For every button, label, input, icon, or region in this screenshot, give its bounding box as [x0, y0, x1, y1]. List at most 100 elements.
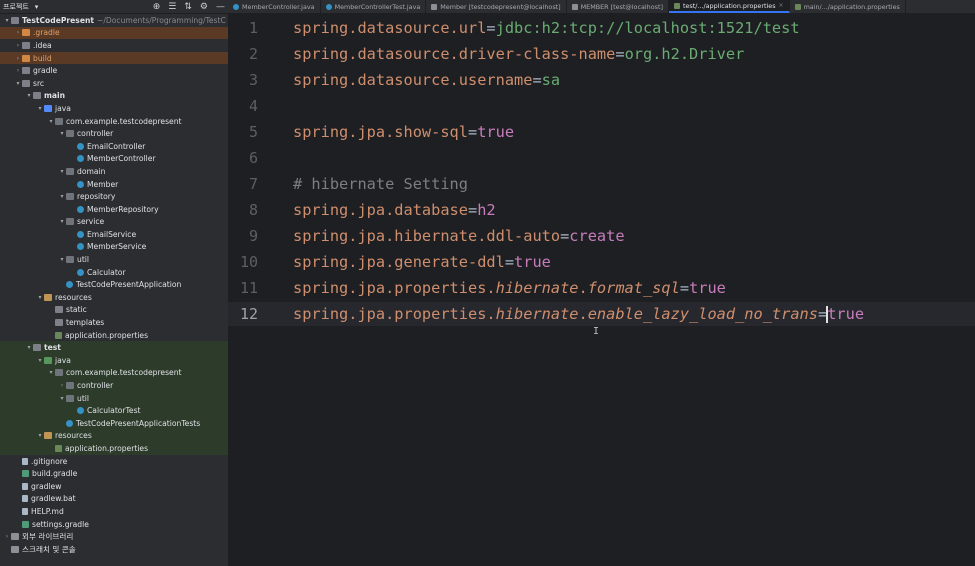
code-line[interactable]: 1 spring.datasource.url=jdbc:h2:tcp://loc… — [228, 16, 975, 40]
tree-item[interactable]: MemberService — [0, 241, 228, 254]
tree-item[interactable]: › build — [0, 51, 228, 65]
tree-item[interactable]: gradlew.bat — [0, 493, 228, 506]
tree-item[interactable]: ▾ repository — [0, 190, 228, 203]
tree-item[interactable]: Calculator — [0, 266, 228, 279]
code-line[interactable]: 6 — [228, 146, 975, 170]
tree-item[interactable]: ▾ test — [0, 341, 228, 355]
tree-item[interactable]: templates — [0, 316, 228, 329]
expand-arrow-icon[interactable]: ▾ — [58, 218, 66, 225]
code-text[interactable]: spring.datasource.driver-class-name=org.… — [293, 45, 744, 63]
editor-tab[interactable]: Member [testcodepresent@localhost] — [426, 0, 567, 13]
tree-item[interactable]: HELP.md — [0, 505, 228, 518]
code-line[interactable]: 11 spring.jpa.properties.hibernate.format… — [228, 276, 975, 300]
expand-arrow-icon[interactable]: ▾ — [3, 17, 11, 24]
editor-tab[interactable]: MemberController.java — [228, 0, 321, 13]
collapse-all-icon[interactable]: ⇅ — [184, 2, 192, 12]
tree-item[interactable]: › .idea — [0, 39, 228, 52]
code-line[interactable]: 5 spring.jpa.show-sql=true — [228, 120, 975, 144]
expand-arrow-icon[interactable]: ▾ — [25, 92, 33, 99]
close-icon[interactable]: × — [779, 2, 784, 9]
collapse-arrow-icon[interactable]: › — [58, 382, 66, 389]
editor-tab[interactable]: MEMBER [test@localhost] — [567, 0, 669, 13]
tree-item[interactable]: settings.gradle — [0, 518, 228, 531]
tree-item[interactable]: TestCodePresentApplication — [0, 278, 228, 291]
code-text[interactable]: spring.datasource.username=sa — [293, 71, 560, 89]
code-line[interactable]: 3 spring.datasource.username=sa — [228, 68, 975, 92]
code-line[interactable]: 4 — [228, 94, 975, 118]
tree-item[interactable]: ▾ resources — [0, 291, 228, 304]
tree-item[interactable]: › 외부 라이브러리 — [0, 530, 228, 543]
tree-item[interactable]: TestCodePresentApplicationTests — [0, 417, 228, 430]
expand-arrow-icon[interactable]: ▾ — [36, 357, 44, 364]
code-text[interactable]: spring.jpa.properties.hibernate.enable_l… — [293, 305, 864, 323]
expand-arrow-icon[interactable]: ▾ — [58, 168, 66, 175]
tree-item[interactable]: Member — [0, 178, 228, 191]
code-text[interactable]: spring.jpa.hibernate.ddl-auto=create — [293, 227, 625, 245]
tree-item[interactable]: ▾ com.example.testcodepresent — [0, 115, 228, 128]
expand-arrow-icon[interactable]: ▾ — [36, 105, 44, 112]
code-text[interactable]: spring.jpa.generate-ddl=true — [293, 253, 551, 271]
tree-item[interactable]: EmailService — [0, 228, 228, 241]
expand-arrow-icon[interactable]: ▾ — [36, 432, 44, 439]
tree-item[interactable]: ▾ util — [0, 253, 228, 266]
tree-item[interactable]: › controller — [0, 379, 228, 392]
expand-arrow-icon[interactable]: ▾ — [58, 193, 66, 200]
code-text[interactable]: spring.jpa.database=h2 — [293, 201, 496, 219]
expand-arrow-icon[interactable]: ▾ — [14, 80, 22, 87]
tree-item[interactable]: MemberController — [0, 153, 228, 166]
expand-arrow-icon[interactable]: ▾ — [58, 130, 66, 137]
expand-arrow-icon[interactable]: ▾ — [36, 294, 44, 301]
code-text[interactable]: # hibernate Setting — [293, 175, 468, 193]
editor-tab[interactable]: test/.../application.properties × — [668, 0, 790, 13]
tree-item[interactable]: ▾ service — [0, 216, 228, 229]
tree-item[interactable]: ▾ main — [0, 90, 228, 103]
editor-tab[interactable]: MemberControllerTest.java — [321, 0, 427, 13]
editor-tab[interactable]: main/.../application.properties — [790, 0, 906, 13]
code-text[interactable]: spring.jpa.show-sql=true — [293, 123, 514, 141]
code-text[interactable]: spring.datasource.url=jdbc:h2:tcp://loca… — [293, 19, 800, 37]
locate-icon[interactable]: ⊕ — [153, 2, 161, 12]
tree-item[interactable]: ▾ util — [0, 391, 228, 405]
code-text[interactable]: spring.jpa.properties.hibernate.format_s… — [293, 279, 726, 297]
minimize-icon[interactable]: — — [216, 2, 225, 12]
code-line[interactable]: 2 spring.datasource.driver-class-name=org… — [228, 42, 975, 66]
tree-item[interactable]: MemberRepository — [0, 203, 228, 216]
tree-item[interactable]: ▾ resources — [0, 429, 228, 443]
project-panel-title[interactable]: 프로젝트 — [3, 2, 29, 12]
tree-item[interactable]: ▾ src — [0, 77, 228, 90]
tree-item[interactable]: .gitignore — [0, 455, 228, 468]
tree-item[interactable]: CalculatorTest — [0, 404, 228, 417]
tree-item[interactable]: ▾ controller — [0, 127, 228, 140]
expand-arrow-icon[interactable]: ▾ — [47, 369, 55, 376]
tree-item[interactable]: build.gradle — [0, 467, 228, 480]
tree-item[interactable]: ▾ java — [0, 354, 228, 367]
tree-item[interactable]: static — [0, 304, 228, 317]
tree-item[interactable]: ▾ TestCodePresent ~/Documents/Programming/… — [0, 14, 228, 27]
chevron-down-icon[interactable]: ▾ — [35, 3, 39, 11]
tree-item[interactable]: 스크래치 및 콘솔 — [0, 543, 228, 556]
expand-arrow-icon[interactable]: ▾ — [58, 395, 66, 402]
code-line[interactable]: 9 spring.jpa.hibernate.ddl-auto=create — [228, 224, 975, 248]
code-line[interactable]: 12 spring.jpa.properties.hibernate.enable… — [228, 302, 975, 326]
tree-item[interactable]: › gradle — [0, 64, 228, 77]
expand-arrow-icon[interactable]: ▾ — [47, 118, 55, 125]
tree-item[interactable]: application.properties — [0, 442, 228, 455]
collapse-arrow-icon[interactable]: › — [3, 533, 11, 540]
code-editor[interactable]: I 1 spring.datasource.url=jdbc:h2:tcp://l… — [228, 14, 975, 566]
code-line[interactable]: 8 spring.jpa.database=h2 — [228, 198, 975, 222]
tree-item[interactable]: application.properties — [0, 329, 228, 342]
tree-item[interactable]: ▾ java — [0, 102, 228, 115]
collapse-arrow-icon[interactable]: › — [14, 55, 22, 62]
tree-item[interactable]: EmailController — [0, 140, 228, 153]
tree-item[interactable]: ▾ com.example.testcodepresent — [0, 366, 228, 380]
gear-icon[interactable]: ⚙ — [200, 2, 208, 12]
collapse-arrow-icon[interactable]: › — [14, 29, 22, 36]
collapse-arrow-icon[interactable]: › — [14, 42, 22, 49]
expand-arrow-icon[interactable]: ▾ — [25, 344, 33, 351]
tree-item[interactable]: › .gradle — [0, 26, 228, 40]
code-line[interactable]: 10 spring.jpa.generate-ddl=true — [228, 250, 975, 274]
expand-all-icon[interactable]: ☰ — [168, 2, 176, 12]
tree-item[interactable]: gradlew — [0, 480, 228, 493]
code-line[interactable]: 7 # hibernate Setting — [228, 172, 975, 196]
collapse-arrow-icon[interactable]: › — [14, 67, 22, 74]
